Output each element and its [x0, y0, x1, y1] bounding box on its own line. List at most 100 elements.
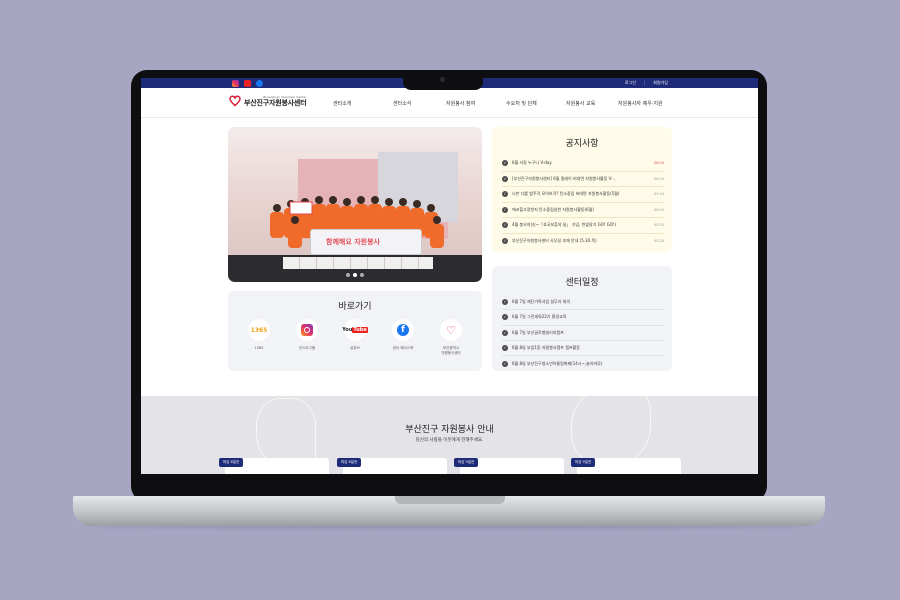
recruit-card[interactable]: 마감 8일전: [219, 458, 329, 474]
check-icon: ✓: [502, 175, 508, 182]
notice-item[interactable]: ✓ 부산진구자원봉사센터 사무실 부재 안내 (5.30.목) 05.28: [502, 234, 664, 250]
guide-subtitle: 당신의 사랑을 이웃에게 전해주세요.: [415, 438, 484, 443]
recruit-card[interactable]: 마감 9일전: [454, 458, 564, 474]
nav-item-news[interactable]: 센터소식: [393, 100, 446, 107]
schedule-list: ✓ 6월 7일 재단가족사업 실무자 회의 ✓ 6월 7일 그린세워22기 환경…: [502, 295, 664, 371]
notice-date: 06.09: [653, 161, 664, 166]
deadline-badge: 마감 9일전: [571, 458, 596, 467]
join-link[interactable]: 회원가입: [653, 79, 668, 87]
slide-dot-3[interactable]: [360, 273, 364, 277]
slide-pagination: [346, 273, 364, 277]
notice-text[interactable]: 6월 사랑 누구나 V-day: [512, 160, 651, 166]
notice-date: 06.04: [653, 176, 664, 181]
slide-dot-1[interactable]: [346, 273, 350, 277]
notice-panel: 공지사항 ✓ 6월 사랑 누구나 V-day 06.09 ✓ [부산진구자원봉사…: [492, 127, 672, 252]
quick-links-title: 바로가기: [338, 302, 372, 312]
notice-text[interactable]: 에코힐고정한지 탄소중립실천 자원봉사활동(6월): [512, 207, 651, 213]
recruit-card[interactable]: 마감 8일전: [337, 458, 447, 474]
main-slide[interactable]: 함께해요 자원봉사: [228, 127, 482, 282]
site-logo[interactable]: Busanjingu Volunteer Center 부산진구자원봉사센터: [229, 95, 307, 107]
deadline-badge: 마감 9일전: [454, 458, 479, 467]
check-icon: ✓: [502, 160, 508, 167]
quick-link-instagram[interactable]: 인스타그램: [290, 319, 324, 356]
site-header: Busanjingu Volunteer Center 부산진구자원봉사센터 센…: [141, 88, 758, 118]
quick-links-panel: 바로가기 1365 1365 인스타그램 YouTube 유튜브 f 센터 페이…: [228, 291, 482, 371]
schedule-text[interactable]: 6월 7일 그린세워22기 환경교육: [512, 314, 664, 320]
quick-link-label: 유튜브: [350, 346, 360, 350]
nav-item-participate[interactable]: 자원봉사 참여: [446, 100, 506, 107]
quick-link-label: 센터 페이스북: [392, 346, 414, 350]
notice-list: ✓ 6월 사랑 누구나 V-day 06.09 ✓ [부산진구자원봉사센터] 6…: [502, 156, 664, 249]
facebook-icon[interactable]: [256, 80, 263, 87]
nav-item-intro[interactable]: 센터소개: [333, 100, 393, 107]
quick-link-youtube[interactable]: YouTube 유튜브: [338, 319, 372, 356]
notice-date: 06.03: [653, 207, 664, 212]
slide-banner-text: 함께해요 자원봉사: [326, 238, 380, 246]
quick-link-label: 부산광역시 자원봉사센터: [441, 346, 461, 355]
nav-item-organizations[interactable]: 수요처 및 단체: [506, 100, 566, 107]
1365-logo-icon: 1365: [250, 326, 268, 334]
schedule-item[interactable]: ✓ 6월 7일 부산글로벌빌리지캠프: [502, 326, 664, 341]
quick-link-label: 1365: [254, 346, 264, 350]
schedule-panel: 센터일정 ✓ 6월 7일 재단가족사업 실무자 회의 ✓ 6월 7일 그린세워2…: [492, 266, 672, 371]
check-icon: ✓: [502, 329, 508, 336]
login-link[interactable]: 로그인: [625, 79, 636, 87]
browser-screen: 로그인 | 회원가입 Busanjingu Volunteer Center 부…: [141, 78, 758, 474]
schedule-text[interactable]: 6월 8일 부산진구청소년어울림축제(14시~,놀이마루): [512, 361, 664, 367]
heart-logo-icon: [229, 95, 241, 107]
check-icon: ✓: [502, 206, 508, 213]
schedule-text[interactable]: 6월 7일 부산글로벌빌리지캠프: [512, 330, 664, 336]
schedule-item[interactable]: ✓ 6월 8일 부산진구청소년어울림축제(14시~,놀이마루): [502, 356, 664, 371]
schedule-item[interactable]: ✓ 6월 7일 그린세워22기 환경교육: [502, 310, 664, 326]
nav-item-support[interactable]: 자원봉사자 예우·지원: [618, 100, 663, 107]
heart-logo-icon: ♡: [446, 323, 456, 337]
slide-dot-2[interactable]: [353, 273, 357, 277]
schedule-item[interactable]: ✓ 6월 8일 부암1동 자원봉사캠프 캠프활동: [502, 341, 664, 357]
notice-date: 05.03: [653, 223, 664, 228]
deadline-badge: 마감 8일전: [219, 458, 244, 467]
logo-title: 부산진구자원봉사센터: [244, 99, 307, 107]
check-icon: ✓: [502, 222, 508, 229]
instagram-icon: [301, 324, 313, 336]
camera-icon: [440, 77, 445, 82]
quick-link-facebook[interactable]: f 센터 페이스북: [386, 319, 420, 356]
laptop-base-notch: [395, 496, 505, 504]
notice-item[interactable]: ✓ 4월 봉사약선(~「호국보훈의 달」 기념, 빈밭갈기 GO! GO!) 0…: [502, 218, 664, 234]
deadline-badge: 마감 8일전: [337, 458, 362, 467]
youtube-icon: YouTube: [342, 327, 368, 333]
notice-date: 05.04: [653, 192, 664, 197]
check-icon: ✓: [502, 360, 508, 367]
notice-text[interactable]: 부산진구자원봉사센터 사무실 부재 안내 (5.30.목): [512, 238, 651, 244]
top-links: 로그인 | 회원가입: [625, 79, 668, 87]
sns-links: [232, 80, 263, 87]
youtube-icon[interactable]: [244, 80, 251, 87]
facebook-icon: f: [397, 324, 409, 336]
notice-text[interactable]: 4월 봉사약선(~「호국보훈의 달」 기념, 빈밭갈기 GO! GO!): [512, 222, 651, 228]
quick-link-busan-center[interactable]: ♡ 부산광역시 자원봉사센터: [434, 319, 468, 356]
notice-item[interactable]: ✓ 6월 사랑 누구나 V-day 06.09: [502, 156, 664, 172]
guide-title: 부산진구 자원봉사 안내: [405, 425, 494, 435]
main-nav: 센터소개 센터소식 자원봉사 참여 수요처 및 단체 자원봉사 교육 자원봉사자…: [333, 100, 663, 107]
notice-title: 공지사항: [565, 139, 599, 149]
quick-link-label: 인스타그램: [298, 346, 316, 350]
schedule-title: 센터일정: [565, 278, 599, 288]
check-icon: ✓: [502, 299, 508, 306]
schedule-text[interactable]: 6월 8일 부암1동 자원봉사캠프 캠프활동: [512, 345, 664, 351]
slide-boxes: [283, 257, 433, 269]
notice-item[interactable]: ✓ 에코힐고정한지 탄소중립실천 자원봉사활동(6월) 06.03: [502, 203, 664, 218]
schedule-text[interactable]: 6월 7일 재단가족사업 실무자 회의: [512, 299, 664, 305]
notice-item[interactable]: ✓ 나만 다를 밥주걱 모아보걱? 탄소중립 비대면 자원봉사활동(5월) 05…: [502, 187, 664, 203]
schedule-item[interactable]: ✓ 6월 7일 재단가족사업 실무자 회의: [502, 295, 664, 311]
notice-item[interactable]: ✓ [부산진구자원봉사센터] 6월 릴레이 비대면 자원봉사활동 V-… 06.…: [502, 172, 664, 187]
notice-text[interactable]: [부산진구자원봉사센터] 6월 릴레이 비대면 자원봉사활동 V-…: [512, 176, 651, 182]
quick-link-1365[interactable]: 1365 1365: [242, 319, 276, 356]
notice-date: 05.28: [653, 239, 664, 244]
divider: |: [643, 80, 646, 85]
check-icon: ✓: [502, 314, 508, 321]
nav-item-education[interactable]: 자원봉사 교육: [566, 100, 618, 107]
recruit-card[interactable]: 마감 9일전: [571, 458, 681, 474]
instagram-icon[interactable]: [232, 80, 239, 87]
volunteer-guide-section: 부산진구 자원봉사 안내 당신의 사랑을 이웃에게 전해주세요. 마감 8일전 …: [141, 396, 758, 474]
check-icon: ✓: [502, 238, 508, 245]
notice-text[interactable]: 나만 다를 밥주걱 모아보걱? 탄소중립 비대면 자원봉사활동(5월): [512, 191, 651, 197]
